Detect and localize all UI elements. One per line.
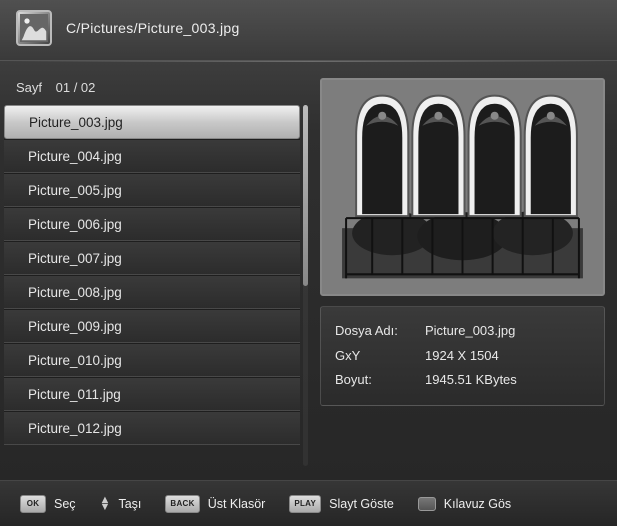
- info-filename: Dosya Adı: Picture_003.jpg: [335, 319, 590, 344]
- list-item[interactable]: Picture_003.jpg: [4, 105, 300, 139]
- file-info-box: Dosya Adı: Picture_003.jpg GxY 1924 X 15…: [320, 306, 605, 406]
- page-indicator: Sayf 01 / 02: [4, 72, 308, 105]
- content: Sayf 01 / 02 Picture_003.jpg Picture_004.…: [0, 62, 617, 470]
- ok-key-icon: OK: [20, 495, 46, 513]
- list-item[interactable]: Picture_011.jpg: [4, 377, 300, 411]
- hint-back-label: Üst Klasör: [208, 497, 266, 511]
- file-list: Picture_003.jpg Picture_004.jpg Picture_00…: [4, 105, 308, 466]
- list-item[interactable]: Picture_009.jpg: [4, 309, 300, 343]
- file-list-panel: Sayf 01 / 02 Picture_003.jpg Picture_004.…: [4, 72, 308, 466]
- hint-select-label: Seç: [54, 497, 76, 511]
- list-item-label: Picture_007.jpg: [28, 251, 122, 266]
- footer-hints: OK Seç ▲▼ Taşı BACK Üst Klasör PLAY Slay…: [0, 480, 617, 526]
- list-item-label: Picture_009.jpg: [28, 319, 122, 334]
- breadcrumb: C/Pictures/Picture_003.jpg: [66, 20, 240, 36]
- list-item[interactable]: Picture_006.jpg: [4, 207, 300, 241]
- list-item[interactable]: Picture_005.jpg: [4, 173, 300, 207]
- play-key-icon: PLAY: [289, 495, 321, 513]
- header: C/Pictures/Picture_003.jpg: [0, 0, 617, 61]
- list-item-label: Picture_004.jpg: [28, 149, 122, 164]
- info-dimensions-label: GxY: [335, 344, 425, 369]
- preview-panel: Dosya Adı: Picture_003.jpg GxY 1924 X 15…: [320, 72, 605, 466]
- info-dimensions-value: 1924 X 1504: [425, 344, 590, 369]
- info-size: Boyut: 1945.51 KBytes: [335, 368, 590, 393]
- list-item[interactable]: Picture_004.jpg: [4, 139, 300, 173]
- list-item-label: Picture_012.jpg: [28, 421, 122, 436]
- scrollbar-thumb[interactable]: [303, 105, 308, 286]
- info-dimensions: GxY 1924 X 1504: [335, 344, 590, 369]
- info-size-value: 1945.51 KBytes: [425, 368, 590, 393]
- hint-select: OK Seç: [20, 495, 76, 513]
- page-value: 01 / 02: [56, 80, 96, 95]
- app-icon: [16, 10, 52, 46]
- list-item[interactable]: Picture_010.jpg: [4, 343, 300, 377]
- list-item-label: Picture_006.jpg: [28, 217, 122, 232]
- list-item[interactable]: Picture_007.jpg: [4, 241, 300, 275]
- hint-play-label: Slayt Göste: [329, 497, 394, 511]
- list-item-label: Picture_005.jpg: [28, 183, 122, 198]
- hint-guide-label: Kılavuz Gös: [444, 497, 511, 511]
- preview-image: [320, 78, 605, 296]
- page-label: Sayf: [16, 80, 42, 95]
- list-item-label: Picture_003.jpg: [29, 115, 123, 130]
- hint-back: BACK Üst Klasör: [165, 495, 265, 513]
- hint-move-label: Taşı: [118, 497, 141, 511]
- info-filename-label: Dosya Adı:: [335, 319, 425, 344]
- info-size-label: Boyut:: [335, 368, 425, 393]
- back-key-icon: BACK: [165, 495, 199, 513]
- updown-arrows-icon: ▲▼: [100, 497, 111, 509]
- list-item-label: Picture_011.jpg: [28, 387, 121, 402]
- hint-play: PLAY Slayt Göste: [289, 495, 393, 513]
- list-item-label: Picture_010.jpg: [28, 353, 122, 368]
- scrollbar-track[interactable]: [303, 105, 308, 466]
- list-item[interactable]: Picture_008.jpg: [4, 275, 300, 309]
- list-item-label: Picture_008.jpg: [28, 285, 122, 300]
- list-item[interactable]: Picture_012.jpg: [4, 411, 300, 445]
- hint-move: ▲▼ Taşı: [100, 497, 142, 511]
- color-key-icon: [418, 497, 436, 511]
- hint-guide: Kılavuz Gös: [418, 497, 511, 511]
- info-filename-value: Picture_003.jpg: [425, 319, 590, 344]
